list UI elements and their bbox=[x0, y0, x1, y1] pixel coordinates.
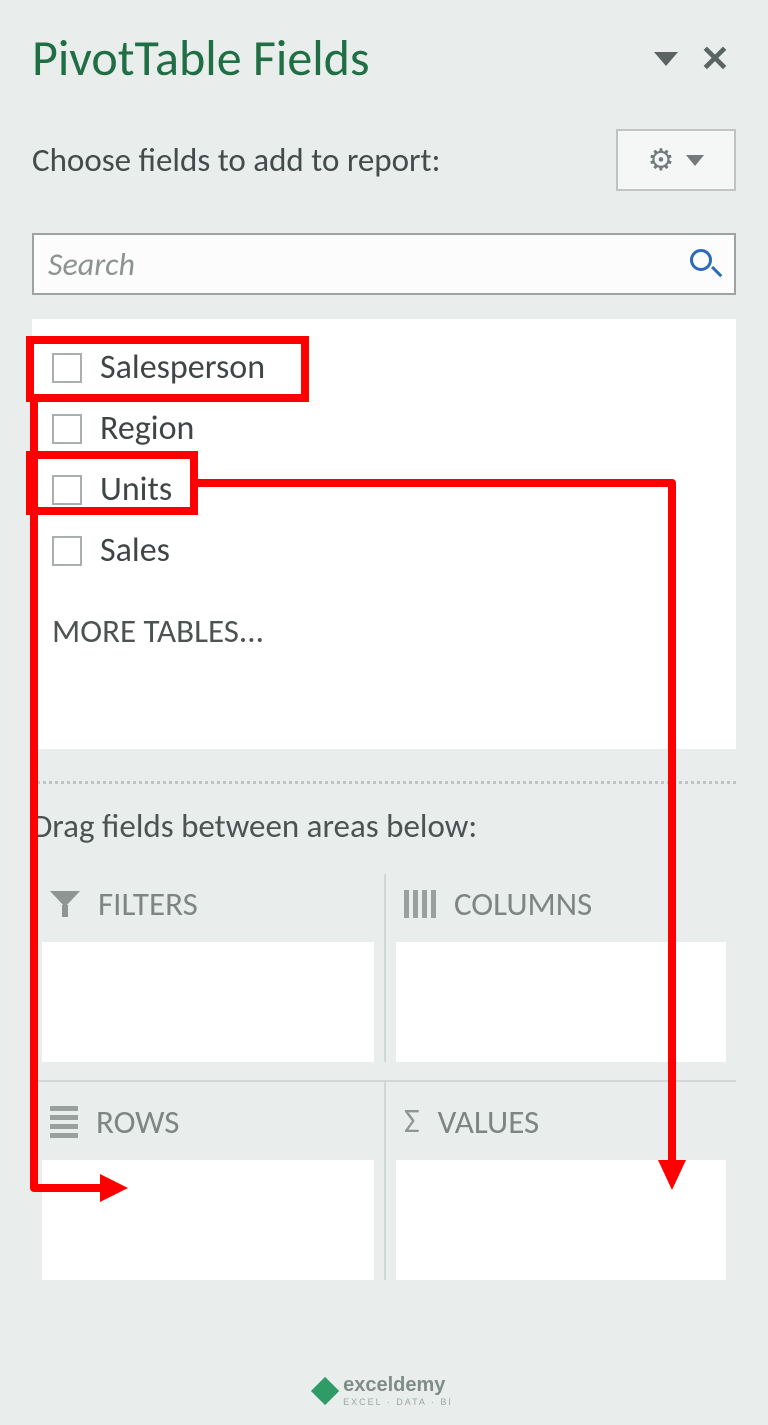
filter-icon bbox=[50, 889, 80, 919]
filters-label: FILTERS bbox=[98, 884, 198, 924]
watermark: exceldemy EXCEL · DATA · BI bbox=[315, 1374, 453, 1407]
pivottable-fields-pane: PivotTable Fields ✕ Choose fields to add… bbox=[0, 0, 768, 1280]
values-header: Σ VALUES bbox=[396, 1102, 726, 1142]
field-item-units[interactable]: Units bbox=[44, 459, 724, 520]
rows-area[interactable]: ROWS bbox=[32, 1080, 384, 1280]
logo-icon bbox=[311, 1376, 339, 1404]
columns-icon bbox=[404, 890, 436, 918]
field-label: Sales bbox=[100, 530, 170, 571]
columns-area[interactable]: COLUMNS bbox=[384, 874, 736, 1062]
columns-header: COLUMNS bbox=[396, 884, 726, 924]
divider bbox=[32, 781, 736, 784]
rows-label: ROWS bbox=[96, 1102, 179, 1142]
search-input[interactable] bbox=[48, 245, 619, 284]
field-label: Units bbox=[100, 469, 172, 510]
columns-drop-zone[interactable] bbox=[396, 942, 726, 1062]
instruction-row: Choose fields to add to report: ⚙ bbox=[32, 129, 736, 191]
more-tables-link[interactable]: MORE TABLES... bbox=[44, 611, 724, 651]
drag-instruction: Drag fields between areas below: bbox=[32, 806, 736, 846]
search-box[interactable] bbox=[32, 233, 736, 295]
field-item-salesperson[interactable]: Salesperson bbox=[44, 337, 724, 398]
rows-header: ROWS bbox=[42, 1102, 374, 1142]
pane-title: PivotTable Fields bbox=[32, 28, 370, 89]
values-label: VALUES bbox=[438, 1102, 540, 1142]
search-icon[interactable] bbox=[690, 249, 720, 279]
field-label: Salesperson bbox=[100, 347, 265, 388]
field-label: Region bbox=[100, 408, 194, 449]
tools-button[interactable]: ⚙ bbox=[616, 129, 736, 191]
checkbox[interactable] bbox=[52, 353, 82, 383]
sigma-icon: Σ bbox=[404, 1105, 420, 1139]
values-drop-zone[interactable] bbox=[396, 1160, 726, 1280]
checkbox[interactable] bbox=[52, 475, 82, 505]
title-row: PivotTable Fields ✕ bbox=[32, 28, 736, 89]
checkbox[interactable] bbox=[52, 536, 82, 566]
columns-label: COLUMNS bbox=[454, 884, 592, 924]
filters-header: FILTERS bbox=[42, 884, 374, 924]
title-controls: ✕ bbox=[654, 41, 736, 77]
watermark-name: exceldemy bbox=[343, 1374, 453, 1397]
field-item-region[interactable]: Region bbox=[44, 398, 724, 459]
gear-icon: ⚙ bbox=[648, 142, 675, 179]
areas-grid: FILTERS COLUMNS ROWS Σ VALUES bbox=[32, 874, 736, 1280]
fields-list: Salesperson Region Units Sales MORE TABL… bbox=[32, 319, 736, 749]
collapse-pane-icon[interactable] bbox=[654, 52, 678, 66]
watermark-sub: EXCEL · DATA · BI bbox=[343, 1397, 453, 1407]
values-area[interactable]: Σ VALUES bbox=[384, 1080, 736, 1280]
filters-area[interactable]: FILTERS bbox=[32, 874, 384, 1062]
chevron-down-icon bbox=[686, 155, 704, 166]
instruction-text: Choose fields to add to report: bbox=[32, 140, 440, 180]
checkbox[interactable] bbox=[52, 414, 82, 444]
field-item-sales[interactable]: Sales bbox=[44, 520, 724, 581]
rows-icon bbox=[50, 1106, 78, 1138]
filters-drop-zone[interactable] bbox=[42, 942, 374, 1062]
close-pane-button[interactable]: ✕ bbox=[700, 41, 730, 77]
rows-drop-zone[interactable] bbox=[42, 1160, 374, 1280]
